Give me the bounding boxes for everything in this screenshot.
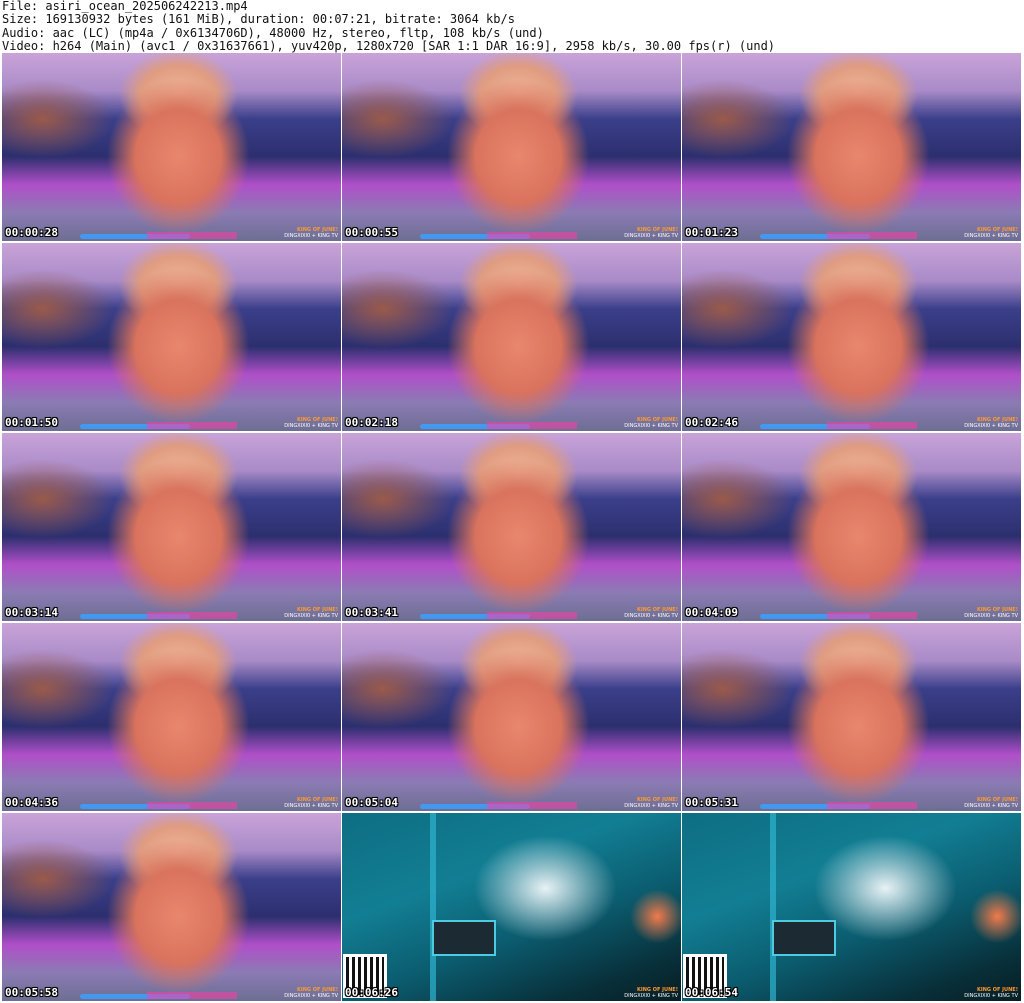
thumbnail-timestamp: 00:00:28 xyxy=(5,226,58,239)
stream-overlay-badge: KING OF JUNE! DINGXIXI0 + KING TV xyxy=(624,417,678,429)
thumbnail-timestamp: 00:05:31 xyxy=(685,796,738,809)
stream-overlay-badge: KING OF JUNE! DINGXIXI0 + KING TV xyxy=(284,797,338,809)
video-thumbnail[interactable]: KING OF JUNE! DINGXIXI0 + KING TV 00:03:14 xyxy=(2,433,341,621)
video-thumbnail[interactable]: KING OF JUNE! DINGXIXI0 + KING TV 00:05:31 xyxy=(682,623,1021,811)
thumbnail-timestamp: 00:04:09 xyxy=(685,606,738,619)
stream-overlay-badge: KING OF JUNE! DINGXIXI0 + KING TV xyxy=(964,987,1018,999)
thumbnail-timestamp: 00:06:54 xyxy=(685,986,738,999)
stream-overlay-tag xyxy=(487,232,577,239)
stream-overlay-badge: KING OF JUNE! DINGXIXI0 + KING TV xyxy=(964,227,1018,239)
overlay-sub-label: DINGXIXI0 + KING TV xyxy=(624,423,678,429)
thumbnail-timestamp: 00:02:46 xyxy=(685,416,738,429)
video-thumbnail[interactable]: KING OF JUNE! DINGXIXI0 + KING TV 00:04:09 xyxy=(682,433,1021,621)
stream-overlay-badge: KING OF JUNE! DINGXIXI0 + KING TV xyxy=(624,987,678,999)
overlay-sub-label: DINGXIXI0 + KING TV xyxy=(624,613,678,619)
video-thumbnail[interactable]: KING OF JUNE! DINGXIXI0 + KING TV 00:01:50 xyxy=(2,243,341,431)
audio-line: Audio: aac (LC) (mp4a / 0x6134706D), 480… xyxy=(2,25,544,40)
thumbnail-timestamp: 00:06:26 xyxy=(345,986,398,999)
overlay-sub-label: DINGXIXI0 + KING TV xyxy=(624,993,678,999)
thumbnail-timestamp: 00:01:50 xyxy=(5,416,58,429)
overlay-sub-label: DINGXIXI0 + KING TV xyxy=(284,803,338,809)
thumbnail-grid: KING OF JUNE! DINGXIXI0 + KING TV 00:00:28… xyxy=(0,53,1024,1003)
overlay-sub-label: DINGXIXI0 + KING TV xyxy=(284,233,338,239)
stream-overlay-tag xyxy=(827,422,917,429)
file-info-header: File: asiri_ocean_202506242213.mp4 Size: … xyxy=(2,0,1022,54)
thumbnail-timestamp: 00:05:58 xyxy=(5,986,58,999)
thumbnail-timestamp: 00:02:18 xyxy=(345,416,398,429)
stream-overlay-badge: KING OF JUNE! DINGXIXI0 + KING TV xyxy=(284,227,338,239)
aquarium-window-edge xyxy=(770,813,776,1001)
overlay-sub-label: DINGXIXI0 + KING TV xyxy=(284,423,338,429)
overlay-sub-label: DINGXIXI0 + KING TV xyxy=(964,233,1018,239)
thumbnail-timestamp: 00:03:41 xyxy=(345,606,398,619)
stream-overlay-tag xyxy=(147,422,237,429)
stream-overlay-tag xyxy=(827,802,917,809)
stream-overlay-badge: KING OF JUNE! DINGXIXI0 + KING TV xyxy=(624,607,678,619)
overlay-sub-label: DINGXIXI0 + KING TV xyxy=(624,803,678,809)
desk-monitor xyxy=(772,920,836,956)
stream-overlay-badge: KING OF JUNE! DINGXIXI0 + KING TV xyxy=(284,987,338,999)
video-thumbnail[interactable]: KING OF JUNE! DINGXIXI0 + KING TV 00:00:28 xyxy=(2,53,341,241)
overlay-sub-label: DINGXIXI0 + KING TV xyxy=(964,613,1018,619)
overlay-sub-label: DINGXIXI0 + KING TV xyxy=(964,993,1018,999)
stream-overlay-tag xyxy=(487,422,577,429)
thumbnail-timestamp: 00:00:55 xyxy=(345,226,398,239)
video-thumbnail[interactable]: KING OF JUNE! DINGXIXI0 + KING TV 00:02:18 xyxy=(342,243,681,431)
video-thumbnail[interactable]: KING OF JUNE! DINGXIXI0 + KING TV 00:00:55 xyxy=(342,53,681,241)
overlay-sub-label: DINGXIXI0 + KING TV xyxy=(964,423,1018,429)
thumbnail-timestamp: 00:04:36 xyxy=(5,796,58,809)
stream-overlay-badge: KING OF JUNE! DINGXIXI0 + KING TV xyxy=(284,607,338,619)
stream-overlay-tag xyxy=(147,802,237,809)
stream-overlay-badge: KING OF JUNE! DINGXIXI0 + KING TV xyxy=(284,417,338,429)
thumbnail-timestamp: 00:05:04 xyxy=(345,796,398,809)
stream-overlay-tag xyxy=(147,232,237,239)
stream-overlay-tag xyxy=(147,992,237,999)
video-thumbnail[interactable]: KING OF JUNE! DINGXIXI0 + KING TV 00:03:41 xyxy=(342,433,681,621)
aquarium-window-edge xyxy=(430,813,436,1001)
stream-overlay-tag xyxy=(487,612,577,619)
video-thumbnail[interactable]: KING OF JUNE! DINGXIXI0 + KING TV 00:02:46 xyxy=(682,243,1021,431)
thumbnail-timestamp: 00:03:14 xyxy=(5,606,58,619)
overlay-sub-label: DINGXIXI0 + KING TV xyxy=(284,993,338,999)
stream-overlay-badge: KING OF JUNE! DINGXIXI0 + KING TV xyxy=(624,797,678,809)
stream-overlay-badge: KING OF JUNE! DINGXIXI0 + KING TV xyxy=(624,227,678,239)
overlay-sub-label: DINGXIXI0 + KING TV xyxy=(284,613,338,619)
video-thumbnail[interactable]: KING OF JUNE! DINGXIXI0 + KING TV 00:05:04 xyxy=(342,623,681,811)
video-thumbnail[interactable]: KING OF JUNE! DINGXIXI0 + KING TV 00:01:23 xyxy=(682,53,1021,241)
stream-overlay-badge: KING OF JUNE! DINGXIXI0 + KING TV xyxy=(964,797,1018,809)
video-thumbnail[interactable]: KING OF JUNE! DINGXIXI0 + KING TV 00:04:36 xyxy=(2,623,341,811)
stream-overlay-badge: KING OF JUNE! DINGXIXI0 + KING TV xyxy=(964,607,1018,619)
video-line: Video: h264 (Main) (avc1 / 0x31637661), … xyxy=(2,39,776,54)
desk-monitor xyxy=(432,920,496,956)
video-thumbnail[interactable]: KING OF JUNE! DINGXIXI0 + KING TV 00:06:26 xyxy=(342,813,681,1001)
video-thumbnail[interactable]: KING OF JUNE! DINGXIXI0 + KING TV 00:05:58 xyxy=(2,813,341,1001)
video-thumbnail[interactable]: KING OF JUNE! DINGXIXI0 + KING TV 00:06:54 xyxy=(682,813,1021,1001)
stream-overlay-badge: KING OF JUNE! DINGXIXI0 + KING TV xyxy=(964,417,1018,429)
file-line: File: asiri_ocean_202506242213.mp4 xyxy=(2,0,248,13)
size-line: Size: 169130932 bytes (161 MiB), duratio… xyxy=(2,12,515,27)
stream-overlay-tag xyxy=(487,802,577,809)
stream-overlay-tag xyxy=(827,232,917,239)
overlay-sub-label: DINGXIXI0 + KING TV xyxy=(964,803,1018,809)
overlay-sub-label: DINGXIXI0 + KING TV xyxy=(624,233,678,239)
stream-overlay-tag xyxy=(827,612,917,619)
thumbnail-timestamp: 00:01:23 xyxy=(685,226,738,239)
stream-overlay-tag xyxy=(147,612,237,619)
